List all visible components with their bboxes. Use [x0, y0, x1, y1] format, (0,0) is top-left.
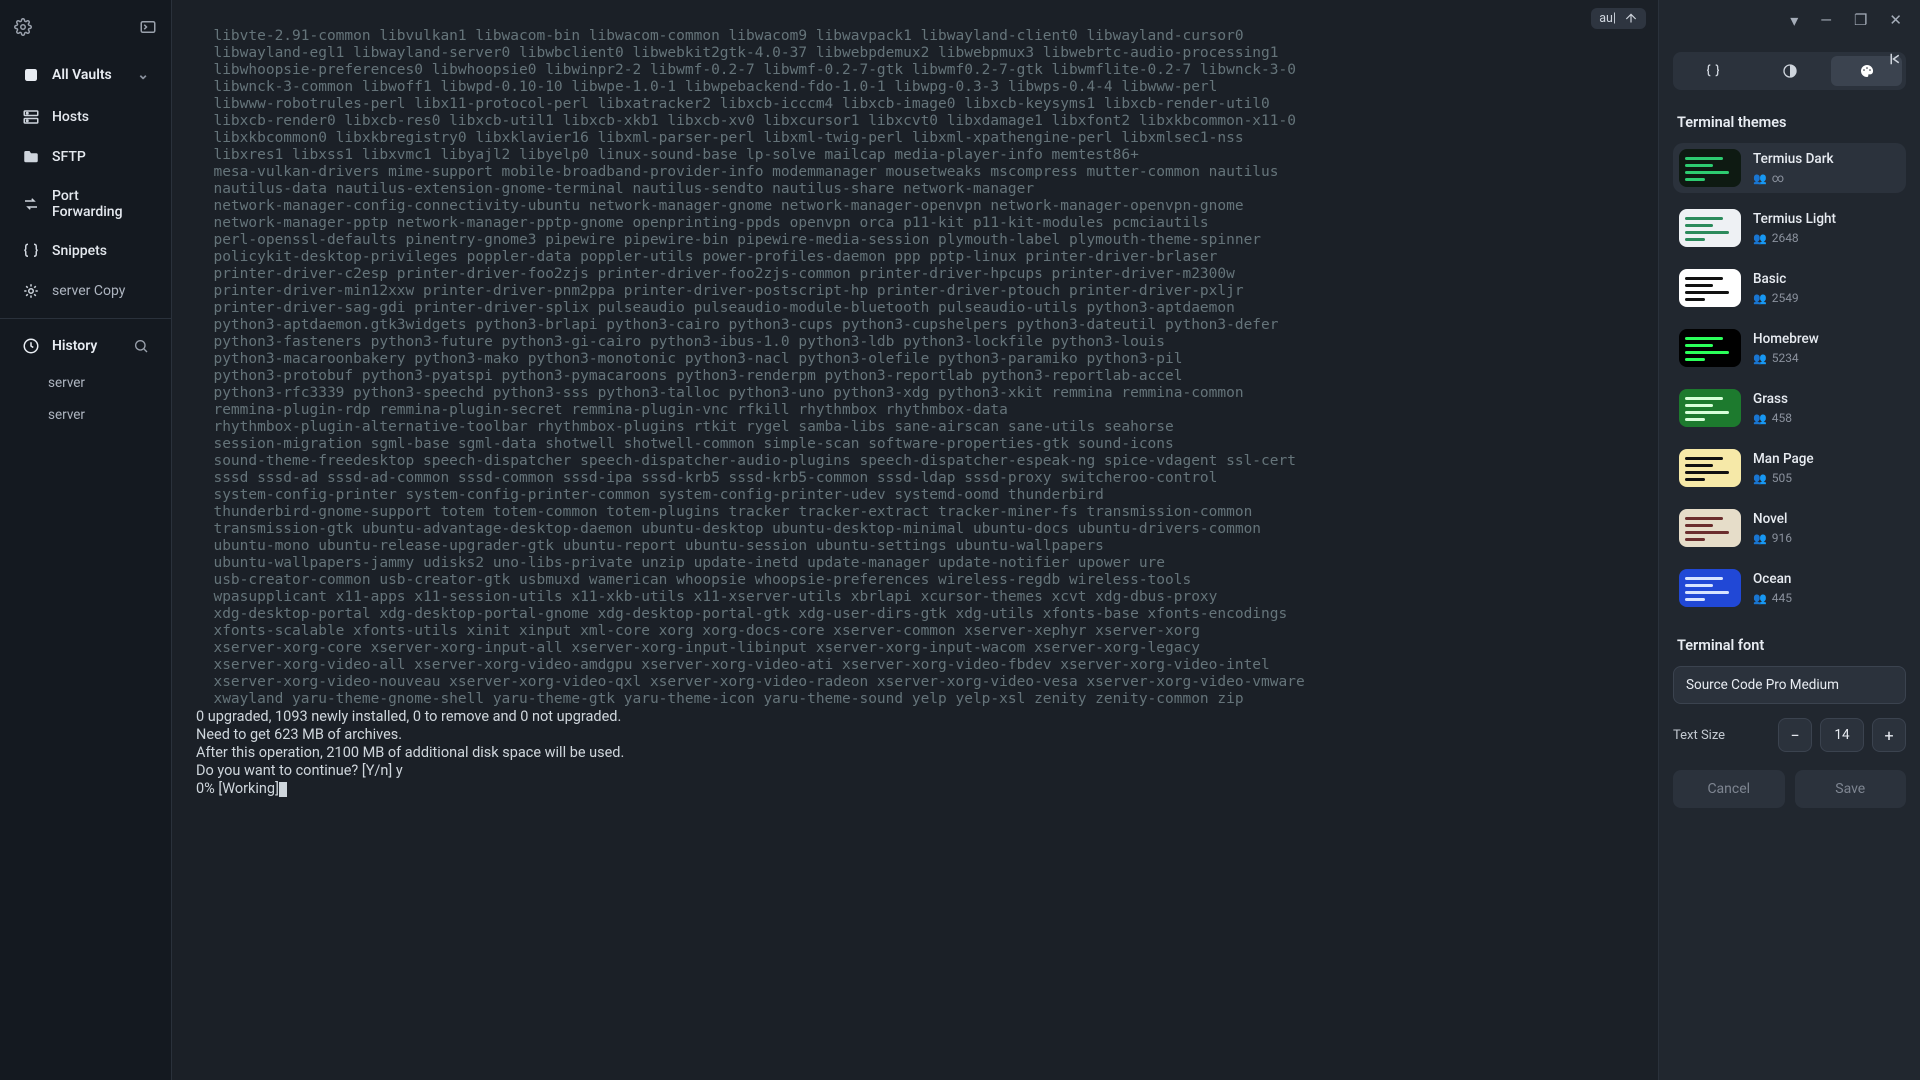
- history-label: History: [52, 338, 97, 354]
- sidebar-item-sftp[interactable]: SFTP: [8, 138, 163, 176]
- theme-homebrew[interactable]: Homebrew 👥5234: [1673, 323, 1906, 373]
- theme-termius-dark[interactable]: Termius Dark 👥∞: [1673, 143, 1906, 193]
- theme-grass[interactable]: Grass 👥458: [1673, 383, 1906, 433]
- theme-name: Novel: [1753, 511, 1792, 527]
- sidebar-item-snippets[interactable]: Snippets: [8, 232, 163, 270]
- theme-users: 👥2648: [1753, 231, 1836, 245]
- sidebar-history[interactable]: History: [8, 327, 163, 365]
- portfwd-icon: [22, 195, 40, 213]
- window-titlebar: ▾ — ❐ ✕: [1772, 0, 1920, 40]
- theme-list: Termius Dark 👥∞ Termius Light 👥2648 Basic 👥25…: [1673, 143, 1906, 613]
- vault-selector[interactable]: All Vaults ⌄: [8, 56, 163, 94]
- font-select[interactable]: Source Code Pro Medium: [1673, 666, 1906, 704]
- text-size-label: Text Size: [1673, 728, 1725, 743]
- users-icon: 👥: [1753, 472, 1767, 485]
- theme-swatch: [1679, 449, 1741, 487]
- sidebar-item-label: server Copy: [52, 283, 125, 299]
- sidebar-item-label: Port Forwarding: [52, 188, 149, 220]
- vault-icon: [22, 66, 40, 84]
- size-value: 14: [1820, 718, 1864, 752]
- hosts-icon: [22, 108, 40, 126]
- vault-label: All Vaults: [52, 67, 112, 83]
- users-icon: 👥: [1753, 232, 1767, 245]
- terminal-tab-chip[interactable]: au|: [1591, 8, 1646, 29]
- theme-name: Termius Light: [1753, 211, 1836, 227]
- sidebar-divider: [0, 318, 171, 319]
- theme-novel[interactable]: Novel 👥916: [1673, 503, 1906, 553]
- theme-basic[interactable]: Basic 👥2549: [1673, 263, 1906, 313]
- theme-ocean[interactable]: Ocean 👥445: [1673, 563, 1906, 613]
- chip-text: au|: [1599, 11, 1616, 26]
- snippets-icon: [22, 242, 40, 260]
- history-item[interactable]: server: [0, 399, 171, 431]
- maximize-button[interactable]: ❐: [1854, 11, 1867, 29]
- theme-swatch: [1679, 389, 1741, 427]
- history-item[interactable]: server: [0, 367, 171, 399]
- theme-termius-light[interactable]: Termius Light 👥2648: [1673, 203, 1906, 253]
- history-icon: [22, 337, 40, 355]
- terminal-area: au| libvte-2.91-common libvulkan1 libwac…: [172, 0, 1658, 1080]
- users-icon: 👥: [1753, 412, 1767, 425]
- panel-tabs: [1673, 52, 1906, 90]
- size-increase-button[interactable]: +: [1872, 718, 1906, 752]
- theme-man-page[interactable]: Man Page 👥505: [1673, 443, 1906, 493]
- tab-braces[interactable]: [1677, 56, 1748, 86]
- size-decrease-button[interactable]: −: [1778, 718, 1812, 752]
- theme-name: Termius Dark: [1753, 151, 1834, 167]
- text-size-stepper: − 14 +: [1778, 718, 1906, 752]
- sidebar-item-label: SFTP: [52, 149, 86, 165]
- sidebar-item-hosts[interactable]: Hosts: [8, 98, 163, 136]
- titlebar-dropdown[interactable]: ▾: [1790, 11, 1798, 30]
- sidebar: All Vaults ⌄ Hosts SFTP Port Forwarding Sni…: [0, 0, 172, 1080]
- users-icon: 👥: [1753, 592, 1767, 605]
- sidebar-item-servercopy[interactable]: server Copy: [8, 272, 163, 310]
- theme-name: Basic: [1753, 271, 1799, 287]
- theme-swatch: [1679, 209, 1741, 247]
- users-icon: 👥: [1753, 532, 1767, 545]
- panel-collapse-icon[interactable]: [1886, 50, 1904, 68]
- share-icon[interactable]: [1624, 12, 1638, 26]
- cancel-button[interactable]: Cancel: [1673, 770, 1785, 808]
- theme-name: Man Page: [1753, 451, 1814, 467]
- sftp-icon: [22, 148, 40, 166]
- terminal-output[interactable]: libvte-2.91-common libvulkan1 libwacom-b…: [172, 0, 1658, 1080]
- sidebar-item-label: Hosts: [52, 109, 89, 125]
- theme-users: 👥505: [1753, 471, 1814, 485]
- theme-name: Ocean: [1753, 571, 1792, 587]
- theme-swatch: [1679, 329, 1741, 367]
- minimize-button[interactable]: —: [1820, 11, 1832, 29]
- themes-heading: Terminal themes: [1677, 114, 1902, 131]
- sidebar-item-portfwd[interactable]: Port Forwarding: [8, 178, 163, 230]
- theme-users: 👥458: [1753, 411, 1792, 425]
- theme-users: 👥445: [1753, 591, 1792, 605]
- theme-users: 👥2549: [1753, 291, 1799, 305]
- font-heading: Terminal font: [1677, 637, 1902, 654]
- servercopy-icon: [22, 282, 40, 300]
- save-button[interactable]: Save: [1795, 770, 1907, 808]
- theme-users: 👥916: [1753, 531, 1792, 545]
- theme-users: 👥5234: [1753, 351, 1819, 365]
- users-icon: 👥: [1753, 352, 1767, 365]
- theme-swatch: [1679, 509, 1741, 547]
- users-icon: 👥: [1753, 172, 1767, 185]
- close-button[interactable]: ✕: [1889, 11, 1902, 29]
- theme-name: Homebrew: [1753, 331, 1819, 347]
- sidebar-item-label: Snippets: [52, 243, 107, 259]
- search-icon[interactable]: [133, 338, 149, 354]
- theme-swatch: [1679, 149, 1741, 187]
- settings-panel: Terminal themes Termius Dark 👥∞ Termius Li…: [1658, 0, 1920, 1080]
- theme-swatch: [1679, 569, 1741, 607]
- users-icon: 👥: [1753, 292, 1767, 305]
- gear-icon[interactable]: [14, 18, 32, 36]
- theme-swatch: [1679, 269, 1741, 307]
- theme-users: 👥∞: [1753, 171, 1834, 185]
- terminal-open-icon[interactable]: [139, 18, 157, 36]
- theme-name: Grass: [1753, 391, 1792, 407]
- tab-contrast[interactable]: [1754, 56, 1825, 86]
- chevron-down-icon: ⌄: [137, 67, 149, 83]
